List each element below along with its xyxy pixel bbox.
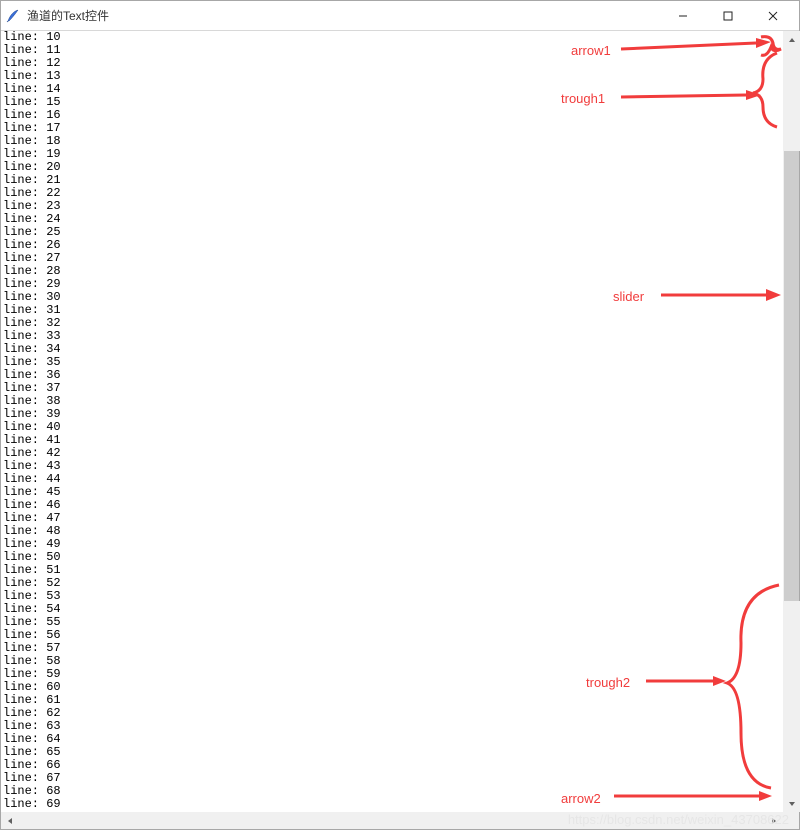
text-line: line: 55 xyxy=(3,616,780,629)
close-button[interactable] xyxy=(750,1,795,30)
text-line: line: 24 xyxy=(3,213,780,226)
text-line: line: 46 xyxy=(3,499,780,512)
text-widget[interactable]: line: 10line: 11line: 12line: 13line: 14… xyxy=(1,31,782,812)
text-line: line: 45 xyxy=(3,486,780,499)
text-line: line: 62 xyxy=(3,707,780,720)
vertical-scrollbar[interactable] xyxy=(782,31,799,812)
text-line: line: 44 xyxy=(3,473,780,486)
window-title: 渔道的Text控件 xyxy=(27,7,660,24)
text-line: line: 28 xyxy=(3,265,780,278)
text-line: line: 67 xyxy=(3,772,780,785)
text-line: line: 49 xyxy=(3,538,780,551)
text-line: line: 29 xyxy=(3,278,780,291)
text-line: line: 48 xyxy=(3,525,780,538)
text-line: line: 18 xyxy=(3,135,780,148)
content-area: line: 10line: 11line: 12line: 13line: 14… xyxy=(1,31,799,812)
text-line: line: 40 xyxy=(3,421,780,434)
text-line: line: 19 xyxy=(3,148,780,161)
minimize-button[interactable] xyxy=(660,1,705,30)
text-line: line: 43 xyxy=(3,460,780,473)
text-line: line: 32 xyxy=(3,317,780,330)
window-controls xyxy=(660,1,795,30)
text-line: line: 27 xyxy=(3,252,780,265)
text-line: line: 30 xyxy=(3,291,780,304)
maximize-button[interactable] xyxy=(705,1,750,30)
text-line: line: 14 xyxy=(3,83,780,96)
text-line: line: 59 xyxy=(3,668,780,681)
text-line: line: 22 xyxy=(3,187,780,200)
text-line: line: 65 xyxy=(3,746,780,759)
text-line: line: 36 xyxy=(3,369,780,382)
text-line: line: 56 xyxy=(3,629,780,642)
text-line: line: 10 xyxy=(3,31,780,44)
text-line: line: 38 xyxy=(3,395,780,408)
text-line: line: 57 xyxy=(3,642,780,655)
scrollbar-arrow-left[interactable] xyxy=(1,812,18,829)
text-line: line: 25 xyxy=(3,226,780,239)
watermark-text: https://blog.csdn.net/weixin_43708622 xyxy=(568,812,789,827)
scrollbar-slider[interactable] xyxy=(784,151,799,601)
text-line: line: 51 xyxy=(3,564,780,577)
text-line: line: 13 xyxy=(3,70,780,83)
text-line: line: 15 xyxy=(3,96,780,109)
scrollbar-arrow-down[interactable] xyxy=(783,795,800,812)
text-line: line: 23 xyxy=(3,200,780,213)
text-line: line: 37 xyxy=(3,382,780,395)
text-line: line: 68 xyxy=(3,785,780,798)
text-line: line: 63 xyxy=(3,720,780,733)
text-line: line: 53 xyxy=(3,590,780,603)
text-line: line: 20 xyxy=(3,161,780,174)
scrollbar-trough-bottom[interactable] xyxy=(783,601,800,795)
text-line: line: 39 xyxy=(3,408,780,421)
text-line: line: 26 xyxy=(3,239,780,252)
text-line: line: 42 xyxy=(3,447,780,460)
text-line: line: 50 xyxy=(3,551,780,564)
feather-icon xyxy=(5,8,21,24)
text-line: line: 52 xyxy=(3,577,780,590)
text-line: line: 60 xyxy=(3,681,780,694)
scrollbar-trough-top[interactable] xyxy=(783,48,800,151)
scrollbar-arrow-up[interactable] xyxy=(783,31,800,48)
text-line: line: 33 xyxy=(3,330,780,343)
text-line: line: 58 xyxy=(3,655,780,668)
text-line: line: 41 xyxy=(3,434,780,447)
text-line: line: 16 xyxy=(3,109,780,122)
text-line: line: 64 xyxy=(3,733,780,746)
text-line: line: 17 xyxy=(3,122,780,135)
text-line: line: 61 xyxy=(3,694,780,707)
text-line: line: 12 xyxy=(3,57,780,70)
titlebar[interactable]: 渔道的Text控件 xyxy=(1,1,799,31)
text-line: line: 31 xyxy=(3,304,780,317)
text-line: line: 34 xyxy=(3,343,780,356)
text-line: line: 21 xyxy=(3,174,780,187)
application-window: 渔道的Text控件 line: 10line: 11line: 12line: … xyxy=(0,0,800,830)
text-line: line: 69 xyxy=(3,798,780,811)
text-line: line: 47 xyxy=(3,512,780,525)
text-line: line: 54 xyxy=(3,603,780,616)
text-line: line: 66 xyxy=(3,759,780,772)
text-line: line: 11 xyxy=(3,44,780,57)
text-line: line: 35 xyxy=(3,356,780,369)
